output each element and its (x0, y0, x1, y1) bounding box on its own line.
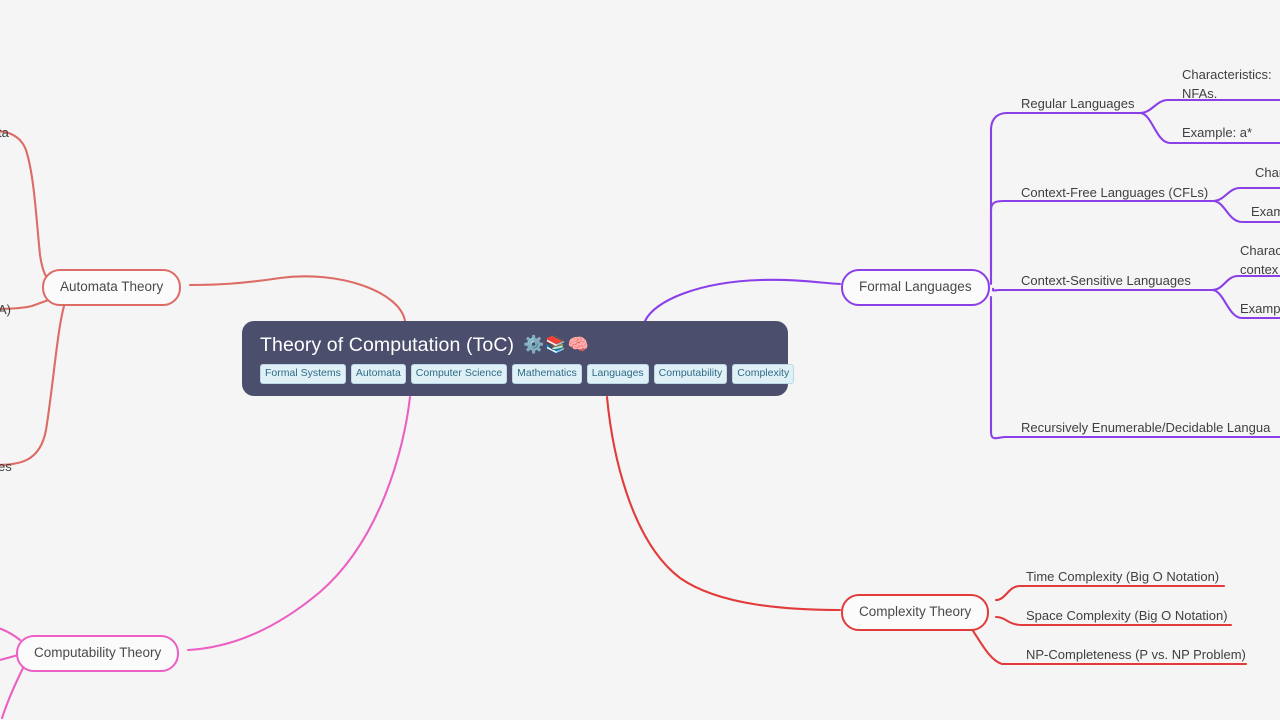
root-node[interactable]: Theory of Computation (ToC) ⚙️📚🧠 Formal … (242, 321, 795, 396)
edge-complexity-to-time (994, 584, 1226, 602)
edge-computability-to-child-1 (0, 627, 22, 642)
edge-automata-to-child-3 (0, 298, 68, 466)
tag-formal-systems[interactable]: Formal Systems (260, 364, 346, 384)
tag-complexity[interactable]: Complexity (732, 364, 795, 384)
leaf-automata-child-clipped-bottom[interactable]: es (0, 458, 12, 477)
tag-computer-science[interactable]: Computer Science (410, 364, 508, 384)
leaf-cfl-example[interactable]: Exam (1251, 203, 1280, 222)
leaf-automata-child-clipped-top[interactable]: ta (0, 124, 9, 143)
root-tag-list: Formal Systems Automata Computer Science… (260, 364, 795, 384)
leaf-cfl-characteristics[interactable]: Char (1255, 164, 1280, 183)
leaf-regular-languages[interactable]: Regular Languages (1021, 95, 1134, 114)
node-complexity-theory[interactable]: Complexity Theory (841, 594, 990, 631)
root-title-row: Theory of Computation (ToC) ⚙️📚🧠 (260, 334, 770, 356)
edge-cfl-to-characteristics (1211, 186, 1280, 203)
leaf-time-complexity[interactable]: Time Complexity (Big O Notation) (1026, 568, 1219, 587)
tag-automata[interactable]: Automata (350, 364, 406, 384)
leaf-regular-characteristics-line2: NFAs. (1182, 85, 1218, 101)
node-automata-theory[interactable]: Automata Theory (42, 269, 182, 306)
leaf-context-sensitive-languages[interactable]: Context-Sensitive Languages (1021, 272, 1191, 291)
edge-root-to-complexity (605, 395, 842, 612)
leaf-csl-characteristics[interactable]: Charac contex (1240, 242, 1280, 280)
edge-formal-languages-trunk-4 (989, 295, 1008, 440)
leaf-automata-child-clipped-mid[interactable]: A) (0, 301, 11, 320)
edge-root-to-computability (186, 395, 412, 652)
edge-root-to-formal-languages (643, 278, 842, 323)
node-formal-languages[interactable]: Formal Languages (841, 269, 990, 306)
node-computability-theory[interactable]: Computability Theory (16, 635, 180, 672)
edge-root-to-automata (188, 275, 407, 323)
tag-languages[interactable]: Languages (586, 364, 649, 384)
root-emoji-group: ⚙️📚🧠 (523, 335, 590, 355)
leaf-regular-characteristics-line1: Characteristics: (1182, 67, 1272, 82)
edge-automata-to-child-1 (0, 130, 62, 287)
leaf-space-complexity[interactable]: Space Complexity (Big O Notation) (1026, 607, 1228, 626)
tag-computability[interactable]: Computability (653, 364, 728, 384)
mindmap-canvas[interactable]: Theory of Computation (ToC) ⚙️📚🧠 Formal … (0, 0, 1280, 720)
leaf-np-completeness[interactable]: NP-Completeness (P vs. NP Problem) (1026, 646, 1246, 665)
leaf-recursively-enumerable[interactable]: Recursively Enumerable/Decidable Langua (1021, 419, 1270, 438)
edge-formal-languages-trunk-2 (989, 199, 1006, 286)
leaf-csl-characteristics-line1: Charac (1240, 243, 1280, 258)
leaf-context-free-languages[interactable]: Context-Free Languages (CFLs) (1021, 184, 1208, 203)
page-title: Theory of Computation (ToC) (260, 334, 515, 356)
edge-computability-to-child-3 (0, 664, 26, 720)
leaf-csl-characteristics-line2: contex (1240, 261, 1279, 277)
tag-mathematics[interactable]: Mathematics (512, 364, 582, 384)
edge-formal-languages-trunk-3 (991, 287, 1002, 292)
leaf-regular-example[interactable]: Example: a* (1182, 124, 1252, 143)
leaf-regular-characteristics[interactable]: Characteristics: NFAs. (1182, 66, 1280, 104)
leaf-csl-example[interactable]: Examp (1240, 300, 1280, 319)
edge-formal-languages-trunk (989, 111, 1009, 273)
